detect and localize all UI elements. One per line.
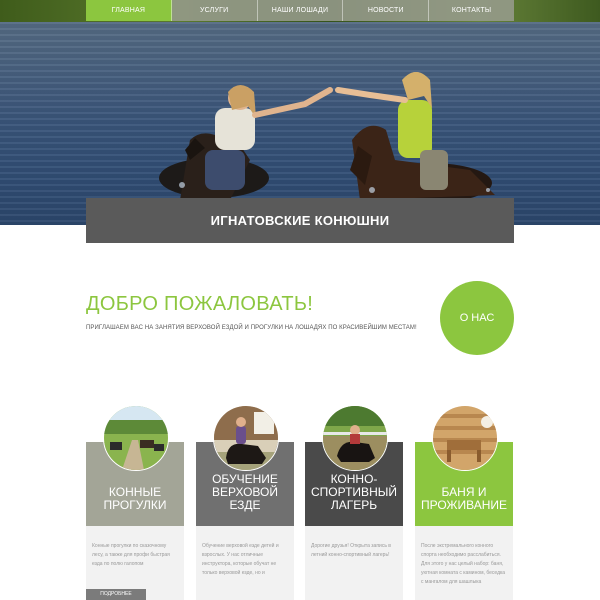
service-photo-training	[213, 405, 279, 471]
nav-item-services[interactable]: Услуги	[171, 0, 258, 21]
service-text: Конные прогулки по сказочному лесу, а та…	[92, 543, 170, 567]
nav-item-contacts[interactable]: Контакты	[429, 0, 514, 21]
service-photo-rides	[103, 405, 169, 471]
nav-item-home[interactable]: Главная	[86, 0, 172, 21]
service-text: После экстремального конного спорта необ…	[421, 543, 506, 585]
service-text: Дорогие друзья! Открыта запись в летний …	[311, 543, 391, 558]
main-nav: Главная Услуги Наши лошади Новости Конта…	[86, 0, 514, 21]
service-photo-camp	[322, 405, 388, 471]
nav-item-news[interactable]: Новости	[343, 0, 430, 21]
about-button[interactable]: О НАС	[440, 281, 514, 355]
service-photo-sauna	[432, 405, 498, 471]
service-text: Обучение верховой езде детей и взрослых.…	[202, 543, 279, 576]
welcome-title: ДОБРО ПОЖАЛОВАТЬ!	[86, 293, 314, 315]
hero-image	[0, 0, 600, 225]
site-title-banner: ИГНАТОВСКИЕ КОНЮШНИ	[86, 198, 514, 243]
welcome-text: ПРИГЛАШАЕМ ВАС НА ЗАНЯТИЯ ВЕРХОВОЙ ЕЗДОЙ…	[86, 325, 417, 331]
riders-illustration	[159, 72, 495, 203]
nav-item-horses[interactable]: Наши лошади	[257, 0, 344, 21]
more-button[interactable]: ПОДРОБНЕЕ	[86, 589, 146, 600]
